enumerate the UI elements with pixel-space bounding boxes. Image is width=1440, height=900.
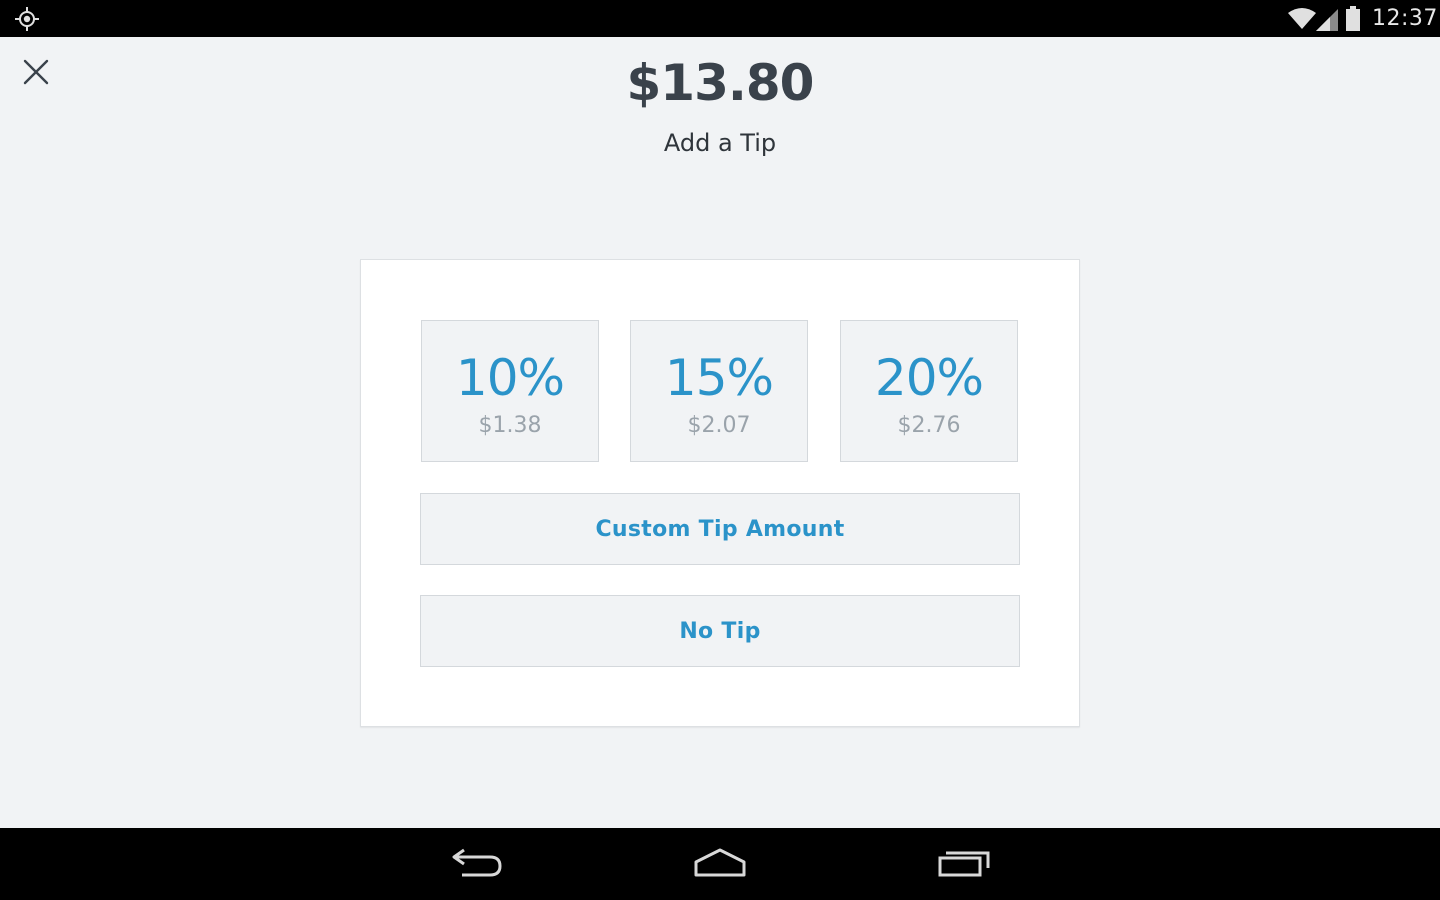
tip-option-10[interactable]: 10% $1.38 <box>421 320 599 462</box>
recent-apps-button[interactable] <box>934 846 994 882</box>
status-time: 12:37 <box>1372 6 1438 31</box>
back-button[interactable] <box>446 846 506 882</box>
custom-tip-button[interactable]: Custom Tip Amount <box>420 493 1020 565</box>
back-icon <box>448 846 504 883</box>
battery-icon <box>1345 6 1361 37</box>
tip-option-15[interactable]: 15% $2.07 <box>630 320 808 462</box>
no-tip-button[interactable]: No Tip <box>420 595 1020 667</box>
tip-amount: $2.07 <box>687 413 751 438</box>
tip-percent: 20% <box>874 349 984 407</box>
page-subtitle: Add a Tip <box>663 129 777 157</box>
tip-card: 10% $1.38 15% $2.07 20% $2.76 Custom Tip… <box>360 259 1080 727</box>
status-bar: 12:37 <box>0 0 1440 37</box>
total-amount: $13.80 <box>626 54 815 112</box>
tip-amount: $2.76 <box>897 413 961 438</box>
home-icon <box>692 846 748 883</box>
tip-percent: 15% <box>664 349 774 407</box>
location-icon <box>14 6 40 32</box>
tip-amount: $1.38 <box>478 413 542 438</box>
navigation-bar <box>0 828 1440 900</box>
home-button[interactable] <box>690 846 750 882</box>
wifi-icon <box>1288 7 1316 36</box>
signal-icon <box>1316 7 1340 36</box>
tip-option-20[interactable]: 20% $2.76 <box>840 320 1018 462</box>
recent-apps-icon <box>936 846 992 883</box>
tip-percent: 10% <box>455 349 565 407</box>
